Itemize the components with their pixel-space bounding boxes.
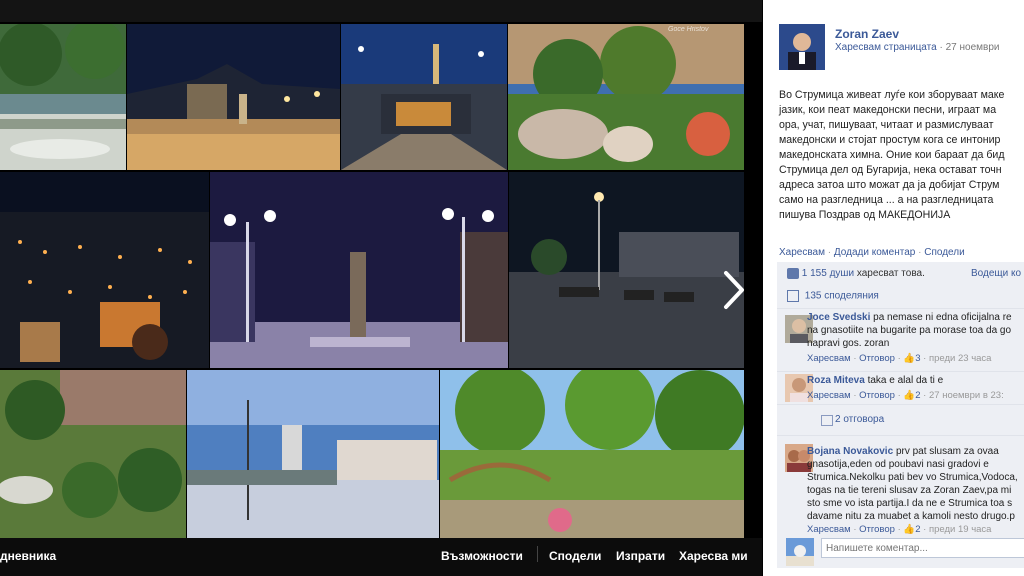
- comment-reply-link[interactable]: Отговор: [859, 390, 895, 401]
- comment-likes-count[interactable]: 2: [915, 390, 920, 401]
- like-page-link[interactable]: Харесвам страницата: [835, 42, 937, 53]
- post-text-line: македонски и стојат простум кога се инто…: [779, 134, 1001, 146]
- photo-aerial-park[interactable]: [0, 370, 186, 538]
- comment-like-link[interactable]: Харесвам: [807, 353, 851, 364]
- album-name[interactable]: дневника: [0, 549, 56, 563]
- comment-meta: Харесвам · Отговор · 👍3 · преди 23 часа: [807, 353, 992, 364]
- like-button[interactable]: Харесва ми: [679, 549, 748, 563]
- post-subtitle: Харесвам страницата · 27 ноември: [835, 42, 999, 53]
- photo-viewer: Goce Hristov дневника Възможности Сподел…: [0, 0, 762, 576]
- post-text-line: само на разгледница ... а на разгледница…: [779, 194, 994, 206]
- page-avatar[interactable]: [779, 24, 825, 70]
- separator-dot: ·: [827, 247, 832, 258]
- comment-body: prv pat slusam za ovaa gnasotija,eden od…: [807, 446, 1018, 522]
- divider: [537, 546, 538, 562]
- comment-author[interactable]: Bojana Novakovic: [807, 446, 893, 457]
- post-text-line: Струмица дел од Бугарија, нека остават т…: [779, 164, 1002, 176]
- send-button[interactable]: Изпрати: [616, 549, 665, 563]
- photo-garden-rocks[interactable]: Goce Hristov: [508, 24, 744, 170]
- comment-text: Joce Svedski pa nemase ni edna oficijaln…: [807, 311, 1023, 350]
- shares-line[interactable]: 135 споделяния: [787, 290, 879, 302]
- photo-park-bridge[interactable]: [440, 370, 744, 538]
- post-date[interactable]: 27 ноември: [946, 42, 1000, 53]
- separator-dot: ·: [918, 247, 922, 258]
- comment-time: преди 23 часа: [929, 353, 992, 364]
- comment-reply-link[interactable]: Отговор: [859, 353, 895, 364]
- subtitle-separator: ·: [936, 42, 946, 53]
- add-comment-link[interactable]: Додади коментар: [834, 247, 915, 258]
- thumbs-up-icon: 👍: [903, 353, 916, 364]
- likes-count-link[interactable]: 1 155 души: [802, 268, 854, 279]
- photo-night-square-lamps[interactable]: [210, 172, 508, 368]
- viewer-top-bar: [0, 0, 762, 22]
- comment-author[interactable]: Joce Svedski: [807, 312, 870, 323]
- thumbs-up-icon: 👍: [903, 390, 916, 401]
- post-share-link[interactable]: Сподели: [924, 247, 964, 258]
- post-text-line: јазик, кои пеат македонски песни, играат…: [779, 104, 997, 116]
- post-text: Во Струмица живеат луѓе кои зборуваат ма…: [779, 88, 1024, 223]
- share-button[interactable]: Сподели: [549, 549, 601, 563]
- post-text-line: пишува Поздрав од МАКЕДОНИЈА: [779, 209, 951, 221]
- post-text-line: ора, учат, пишуваат, читаат и размислува…: [779, 119, 994, 131]
- shares-count[interactable]: 135 споделяния: [805, 291, 879, 302]
- chevron-right-icon[interactable]: [716, 265, 750, 315]
- photo-park-square[interactable]: [0, 24, 126, 170]
- replies-row: [777, 404, 1024, 435]
- photo-underpass-monument[interactable]: [341, 24, 507, 170]
- photo-watermark: Goce Hristov: [668, 26, 709, 33]
- comment-author[interactable]: Roza Miteva: [807, 375, 865, 386]
- comment-input[interactable]: [821, 538, 1024, 558]
- photo-city-night-panorama[interactable]: [0, 172, 209, 368]
- post-like-link[interactable]: Харесвам: [779, 247, 825, 258]
- likes-suffix: харесват това.: [856, 268, 925, 280]
- photo-dusk-square[interactable]: [187, 370, 439, 538]
- top-comments-link[interactable]: Водещи ко: [971, 268, 1021, 279]
- photo-plaza-benches[interactable]: [509, 172, 744, 368]
- thumbs-up-icon: [787, 268, 799, 279]
- view-replies-link[interactable]: 2 отговора: [835, 414, 884, 425]
- comment-time: 27 ноември в 23:: [929, 390, 1004, 401]
- options-button[interactable]: Възможности: [441, 549, 523, 563]
- comment-likes-count[interactable]: 3: [915, 353, 920, 364]
- post-actions: Харесвам · Додади коментар · Сподели: [779, 247, 965, 258]
- reply-icon: [821, 415, 833, 426]
- post-text-line: македонската химна. Оние кои бараат да б…: [779, 149, 1005, 161]
- current-user-avatar: [786, 538, 814, 566]
- likes-line: 1 155 души харесват това.: [787, 268, 925, 279]
- post-text-line: адреса затоа што можат да ја добијат Стр…: [779, 179, 1000, 191]
- post-text-line: Во Струмица живеат луѓе кои зборуваат ма…: [779, 89, 1005, 101]
- comment-text: Bojana Novakovic prv pat slusam za ovaa …: [807, 445, 1023, 523]
- comment-body: taka e alal da ti e: [867, 375, 944, 386]
- photo-night-plaza-statue[interactable]: [127, 24, 340, 170]
- comment-text: Roza Miteva taka e alal da ti e: [807, 374, 1024, 387]
- comment-like-link[interactable]: Харесвам: [807, 390, 851, 401]
- comments-sidebar: Zoran Zaev Харесвам страницата · 27 ноем…: [763, 0, 1024, 576]
- comment-meta: Харесвам · Отговор · 👍2 · 27 ноември в 2…: [807, 390, 1004, 401]
- page-name[interactable]: Zoran Zaev: [835, 27, 899, 41]
- share-icon: [787, 290, 799, 302]
